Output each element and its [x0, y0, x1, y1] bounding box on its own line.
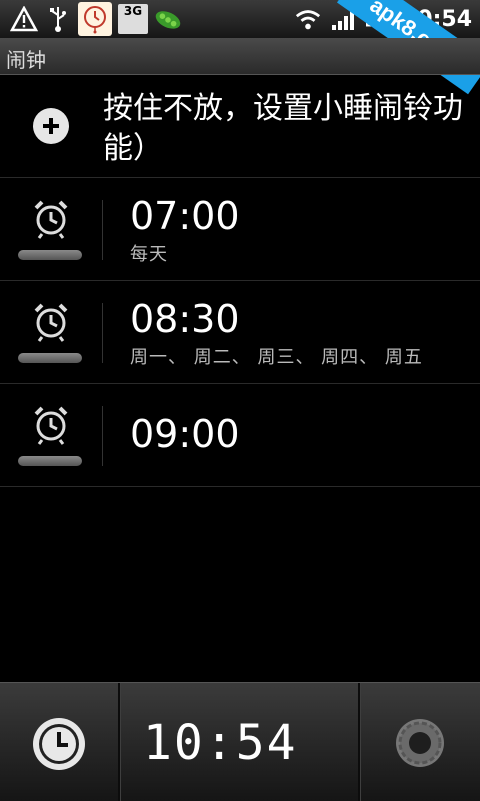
alarm-days: 周一、 周二、 周三、 周四、 周五: [130, 347, 423, 368]
alarm-toggle[interactable]: [18, 353, 82, 363]
alarm-time: 08:30: [130, 297, 240, 341]
row-divider: [102, 303, 103, 363]
row-divider: [102, 406, 103, 466]
bottom-separator: [118, 683, 121, 801]
alarm-clock-icon[interactable]: [30, 404, 72, 446]
settings-gear-icon[interactable]: [392, 715, 448, 771]
row-divider: [102, 200, 103, 260]
add-alarm-label: 按住不放，设置小睡闹铃功能）: [103, 91, 463, 166]
clock-app-icon: [78, 2, 112, 36]
warning-icon: [10, 5, 38, 33]
alarm-time: 07:00: [130, 194, 240, 238]
page-title: 闹钟: [6, 48, 46, 72]
bottom-bar: 10:54: [0, 682, 480, 801]
clock-icon[interactable]: [30, 715, 88, 773]
title-bar: 闹钟: [0, 38, 480, 75]
bottom-separator: [358, 683, 361, 801]
alarm-row[interactable]: 09:00: [0, 384, 480, 487]
peas-icon: [154, 5, 182, 33]
usb-icon: [44, 5, 72, 33]
3g-icon: 3G: [118, 4, 148, 34]
add-alarm-row[interactable]: 按住不放，设置小睡闹铃功能）: [0, 75, 480, 178]
alarm-toggle[interactable]: [18, 250, 82, 260]
alarm-time: 09:00: [130, 412, 240, 456]
alarm-clock-icon[interactable]: [30, 198, 72, 240]
alarm-toggle[interactable]: [18, 456, 82, 466]
alarm-row[interactable]: 08:30 周一、 周二、 周三、 周四、 周五: [0, 281, 480, 384]
alarm-clock-icon[interactable]: [30, 301, 72, 343]
wifi-icon: [294, 5, 322, 33]
current-time: 10:54: [143, 715, 298, 771]
alarm-list: 按住不放，设置小睡闹铃功能） 07:00 每天 08:30 周一、 周二、 周三…: [0, 75, 480, 487]
plus-icon: [33, 108, 69, 144]
alarm-row[interactable]: 07:00 每天: [0, 178, 480, 281]
status-bar: 3G 10:54 apk8.com: [0, 0, 480, 95]
alarm-days: 每天: [130, 244, 168, 265]
